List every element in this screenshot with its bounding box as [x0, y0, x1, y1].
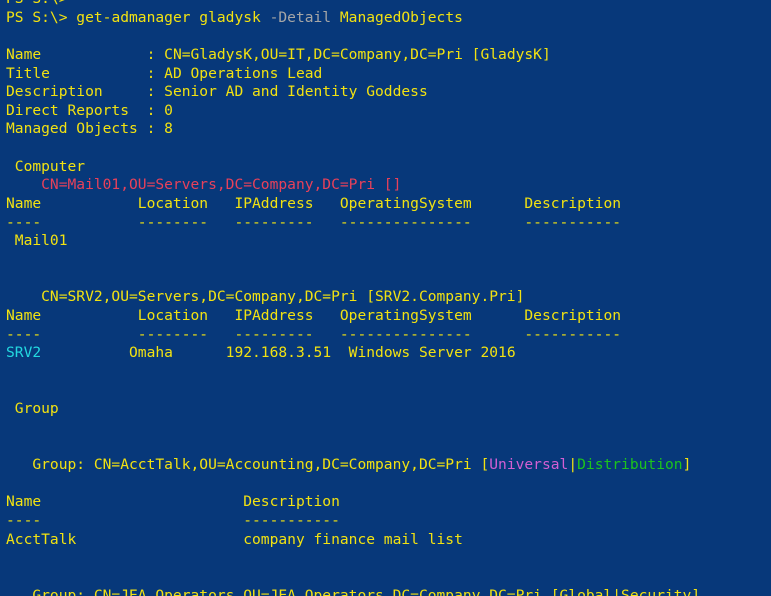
property-value: AD Operations Lead [164, 64, 323, 82]
property-row-direct-reports: Direct Reports : 0 [6, 102, 771, 121]
property-value: 8 [164, 120, 173, 138]
computer-table-underline: ---- -------- --------- --------------- … [6, 213, 622, 231]
distinguished-name: CN=SRV2,OU=Servers,DC=Company,DC=Pri [SR… [6, 288, 525, 306]
property-label: Title : [6, 64, 165, 82]
computer-table-row-mail01: Mail01 [6, 232, 68, 250]
property-value: Senior AD and Identity Goddess [164, 83, 428, 101]
computer-table-underline: ---- -------- --------- --------------- … [6, 325, 622, 343]
command-text: get-admanager gladysk [76, 8, 270, 26]
property-label: Direct Reports : [6, 101, 165, 119]
distinguished-name: CN=Mail01,OU=Servers,DC=Company,DC=Pri [… [6, 176, 402, 194]
console-output: PS S:\> PS S:\> get-admanager gladysk -D… [0, 0, 771, 596]
computer-table-header: Name Location IPAddress OperatingSystem … [6, 306, 622, 324]
group-dn-suffix: ] [682, 456, 692, 474]
group-category: Distribution [577, 456, 683, 474]
property-label: Name : [6, 45, 165, 63]
computer-name-value: SRV2 [6, 344, 42, 362]
section-heading-group: Group [6, 400, 59, 418]
property-row-description: Description : Senior AD and Identity God… [6, 83, 771, 102]
group-dn-accttalk: Group: CN=AcctTalk,OU=Accounting,DC=Comp… [6, 456, 771, 475]
group-dn-jea-operators: Group: CN=JEA Operators,OU=JEA_Operators… [6, 587, 771, 596]
group-table-underline: ---- ----------- [6, 511, 340, 529]
property-row-name: Name : CN=GladysK,OU=IT,DC=Company,DC=Pr… [6, 46, 771, 65]
powershell-console-window[interactable]: PS S:\> PS S:\> get-admanager gladysk -D… [0, 0, 771, 596]
computer-table-header: Name Location IPAddress OperatingSystem … [6, 195, 622, 213]
group-category: Security [621, 586, 692, 596]
group-dn-prefix: Group: CN=JEA Operators,OU=JEA_Operators… [6, 586, 560, 596]
property-label: Description : [6, 83, 165, 101]
group-separator: | [612, 586, 622, 596]
prompt-partial-text: PS S:\> [6, 0, 68, 7]
command-argument: ManagedObjects [331, 8, 463, 26]
property-value: 0 [164, 101, 173, 119]
group-table-row-accttalk: AcctTalk company finance mail list [6, 530, 463, 548]
computer-table-row-srv2: SRV2 Omaha 192.168.3.51 Windows Server 2… [6, 344, 771, 363]
group-scope: Global [559, 586, 613, 596]
prompt-line-partial: PS S:\> [6, 0, 771, 9]
group-table-header: Name Description [6, 493, 340, 511]
property-row-title: Title : AD Operations Lead [6, 65, 771, 84]
group-separator: | [568, 456, 578, 474]
computer-dn-srv2: CN=SRV2,OU=Servers,DC=Company,DC=Pri [SR… [6, 288, 771, 307]
group-dn-suffix: ] [691, 586, 701, 596]
command-parameter: -Detail [269, 8, 332, 26]
prompt-prefix: PS S:\> [6, 8, 77, 26]
computer-dn-mail01: CN=Mail01,OU=Servers,DC=Company,DC=Pri [… [6, 176, 771, 195]
group-dn-prefix: Group: CN=AcctTalk,OU=Accounting,DC=Comp… [6, 456, 490, 474]
computer-row-rest: Omaha 192.168.3.51 Windows Server 2016 [41, 344, 516, 362]
property-value: CN=GladysK,OU=IT,DC=Company,DC=Pri [Glad… [164, 45, 551, 63]
property-row-managed-objects: Managed Objects : 8 [6, 120, 771, 139]
section-heading-computer: Computer [6, 157, 86, 175]
group-scope: Universal [489, 456, 569, 474]
command-line[interactable]: PS S:\> get-admanager gladysk -Detail Ma… [6, 9, 771, 28]
property-label: Managed Objects : [6, 120, 165, 138]
